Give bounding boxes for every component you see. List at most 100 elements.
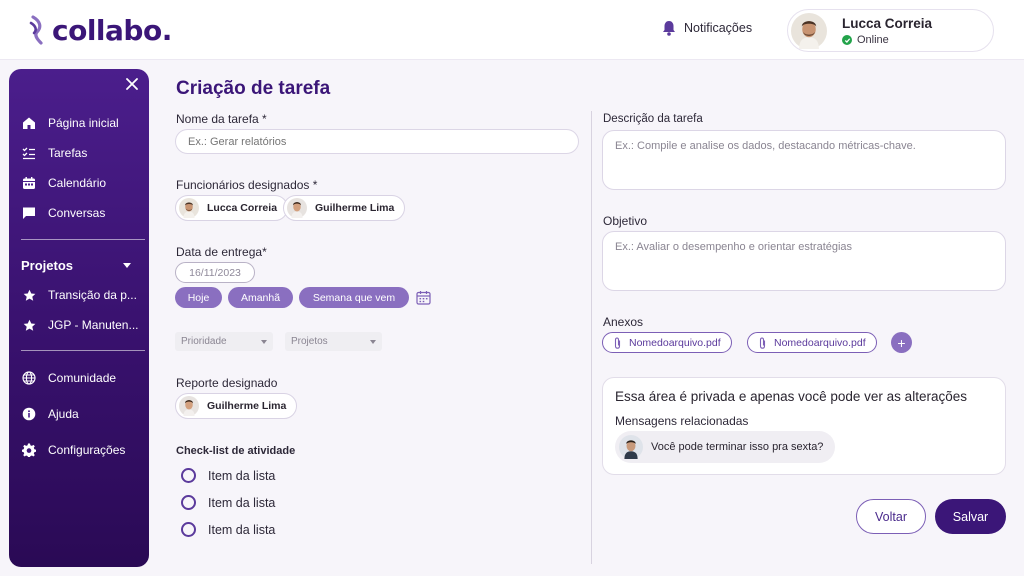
caret-down-icon xyxy=(123,262,131,268)
objective-textarea[interactable]: Ex.: Avaliar o desempenho e orientar est… xyxy=(602,231,1006,291)
quick-date-next-week-button[interactable]: Semana que vem xyxy=(299,287,409,308)
checklist-label: Check-list de atividade xyxy=(176,445,296,457)
avatar xyxy=(179,198,199,218)
quick-date-today-button[interactable]: Hoje xyxy=(175,287,222,308)
user-status-label: Online xyxy=(857,34,889,46)
objective-label: Objetivo xyxy=(603,214,648,228)
paperclip-icon xyxy=(759,336,766,349)
priority-select-value: Prioridade xyxy=(181,336,227,347)
checklist-icon xyxy=(21,145,37,161)
checklist-item[interactable]: Item da lista xyxy=(181,495,275,510)
private-notes-title: Essa área é privada e apenas você pode v… xyxy=(615,389,967,404)
sidebar-item-label: Tarefas xyxy=(48,146,88,160)
sidebar-item-label: Calendário xyxy=(48,176,107,190)
sidebar-item-community[interactable]: Comunidade xyxy=(21,369,116,387)
add-attachment-button[interactable]: + xyxy=(891,332,912,353)
back-button[interactable]: Voltar xyxy=(856,499,926,534)
star-icon xyxy=(21,317,37,333)
sidebar: Página inicial Tarefas Calendário Conver… xyxy=(9,69,149,567)
calendar-icon[interactable] xyxy=(416,290,431,305)
sidebar-item-label: Página inicial xyxy=(48,116,119,130)
page-title: Criação de tarefa xyxy=(176,78,331,99)
due-date-input[interactable]: 16/11/2023 xyxy=(175,262,255,283)
assigned-user-name: Guilherme Lima xyxy=(315,202,395,214)
bell-icon xyxy=(663,21,675,36)
checklist-item-label: Item da lista xyxy=(208,522,276,537)
checklist-item-label: Item da lista xyxy=(208,468,276,483)
notifications-label: Notificações xyxy=(684,21,753,35)
projects-section-toggle[interactable]: Projetos xyxy=(21,258,131,273)
user-name: Lucca Correia xyxy=(842,16,933,31)
calendar-icon xyxy=(21,175,37,191)
projects-select[interactable]: Projetos xyxy=(285,332,382,351)
reporter-user-name: Guilherme Lima xyxy=(207,400,287,412)
checklist-item-label: Item da lista xyxy=(208,495,276,510)
avatar xyxy=(791,13,827,49)
assigned-employees-label: Funcionários designados * xyxy=(176,178,318,192)
sidebar-item-label: Conversas xyxy=(48,206,106,220)
projects-section-label: Projetos xyxy=(21,258,74,273)
checklist-item[interactable]: Item da lista xyxy=(181,468,275,483)
avatar xyxy=(619,435,643,459)
attachment-file-chip[interactable]: Nomedoarquivo.pdf xyxy=(602,332,732,353)
close-icon[interactable] xyxy=(125,77,139,91)
globe-icon xyxy=(21,370,37,386)
assigned-user-chip[interactable]: Lucca Correia xyxy=(175,195,289,221)
chat-icon xyxy=(21,205,37,221)
assigned-user-name: Lucca Correia xyxy=(207,202,278,214)
brand-name: collabo. xyxy=(52,13,172,47)
attachment-file-name: Nomedoarquivo.pdf xyxy=(629,336,721,349)
paperclip-icon xyxy=(614,336,621,349)
online-check-icon xyxy=(842,35,852,45)
projects-select-value: Projetos xyxy=(291,336,328,347)
attachment-file-chip[interactable]: Nomedoarquivo.pdf xyxy=(747,332,877,353)
home-icon xyxy=(21,115,37,131)
sidebar-divider xyxy=(21,239,145,240)
attachments-label: Anexos xyxy=(603,315,644,329)
sidebar-item-label: Configurações xyxy=(48,443,126,457)
avatar xyxy=(287,198,307,218)
description-label: Descrição da tarefa xyxy=(603,113,703,125)
brand-logo[interactable]: collabo. xyxy=(28,12,172,48)
sidebar-item-tasks[interactable]: Tarefas xyxy=(21,144,87,162)
column-divider xyxy=(591,111,592,564)
attachment-file-name: Nomedoarquivo.pdf xyxy=(774,336,866,349)
due-date-label: Data de entrega* xyxy=(176,245,267,259)
task-name-label: Nome da tarefa * xyxy=(176,112,267,126)
related-message[interactable]: Você pode terminar isso pra sexta? xyxy=(615,431,835,463)
quick-date-tomorrow-button[interactable]: Amanhã xyxy=(228,287,293,308)
assigned-user-chip[interactable]: Guilherme Lima xyxy=(283,195,406,221)
info-icon xyxy=(21,406,37,422)
save-button[interactable]: Salvar xyxy=(935,499,1006,534)
reporter-label: Reporte designado xyxy=(176,376,278,390)
sidebar-item-label: Ajuda xyxy=(48,407,79,421)
star-icon xyxy=(21,287,37,303)
top-bar: collabo. Notificações Lucca Correia Onli… xyxy=(0,0,1024,60)
sidebar-project-label: Transição da p... xyxy=(48,288,137,302)
caret-down-icon xyxy=(370,339,376,344)
logo-mark-icon xyxy=(29,15,43,45)
notifications-button[interactable]: Notificações xyxy=(662,20,752,36)
sidebar-project-label: JGP - Manuten... xyxy=(48,318,139,332)
radio-circle-icon xyxy=(181,522,196,537)
priority-select[interactable]: Prioridade xyxy=(175,332,273,351)
user-profile-card[interactable]: Lucca Correia Online xyxy=(787,9,994,52)
reporter-user-chip[interactable]: Guilherme Lima xyxy=(175,393,298,419)
sidebar-divider xyxy=(21,350,145,351)
task-name-input[interactable] xyxy=(175,129,579,154)
sidebar-project-item[interactable]: JGP - Manuten... xyxy=(21,316,139,334)
sidebar-item-settings[interactable]: Configurações xyxy=(21,441,125,459)
private-notes-panel: Essa área é privada e apenas você pode v… xyxy=(602,377,1006,475)
sidebar-item-label: Comunidade xyxy=(48,371,117,385)
sidebar-item-conversations[interactable]: Conversas xyxy=(21,204,105,222)
user-status: Online xyxy=(842,34,889,46)
sidebar-item-help[interactable]: Ajuda xyxy=(21,405,79,423)
caret-down-icon xyxy=(261,339,267,344)
sidebar-item-calendar[interactable]: Calendário xyxy=(21,174,106,192)
description-textarea[interactable]: Ex.: Compile e analise os dados, destaca… xyxy=(602,130,1006,190)
radio-circle-icon xyxy=(181,495,196,510)
checklist-item[interactable]: Item da lista xyxy=(181,522,275,537)
sidebar-project-item[interactable]: Transição da p... xyxy=(21,286,137,304)
gear-icon xyxy=(21,442,37,458)
sidebar-item-home[interactable]: Página inicial xyxy=(21,114,119,132)
